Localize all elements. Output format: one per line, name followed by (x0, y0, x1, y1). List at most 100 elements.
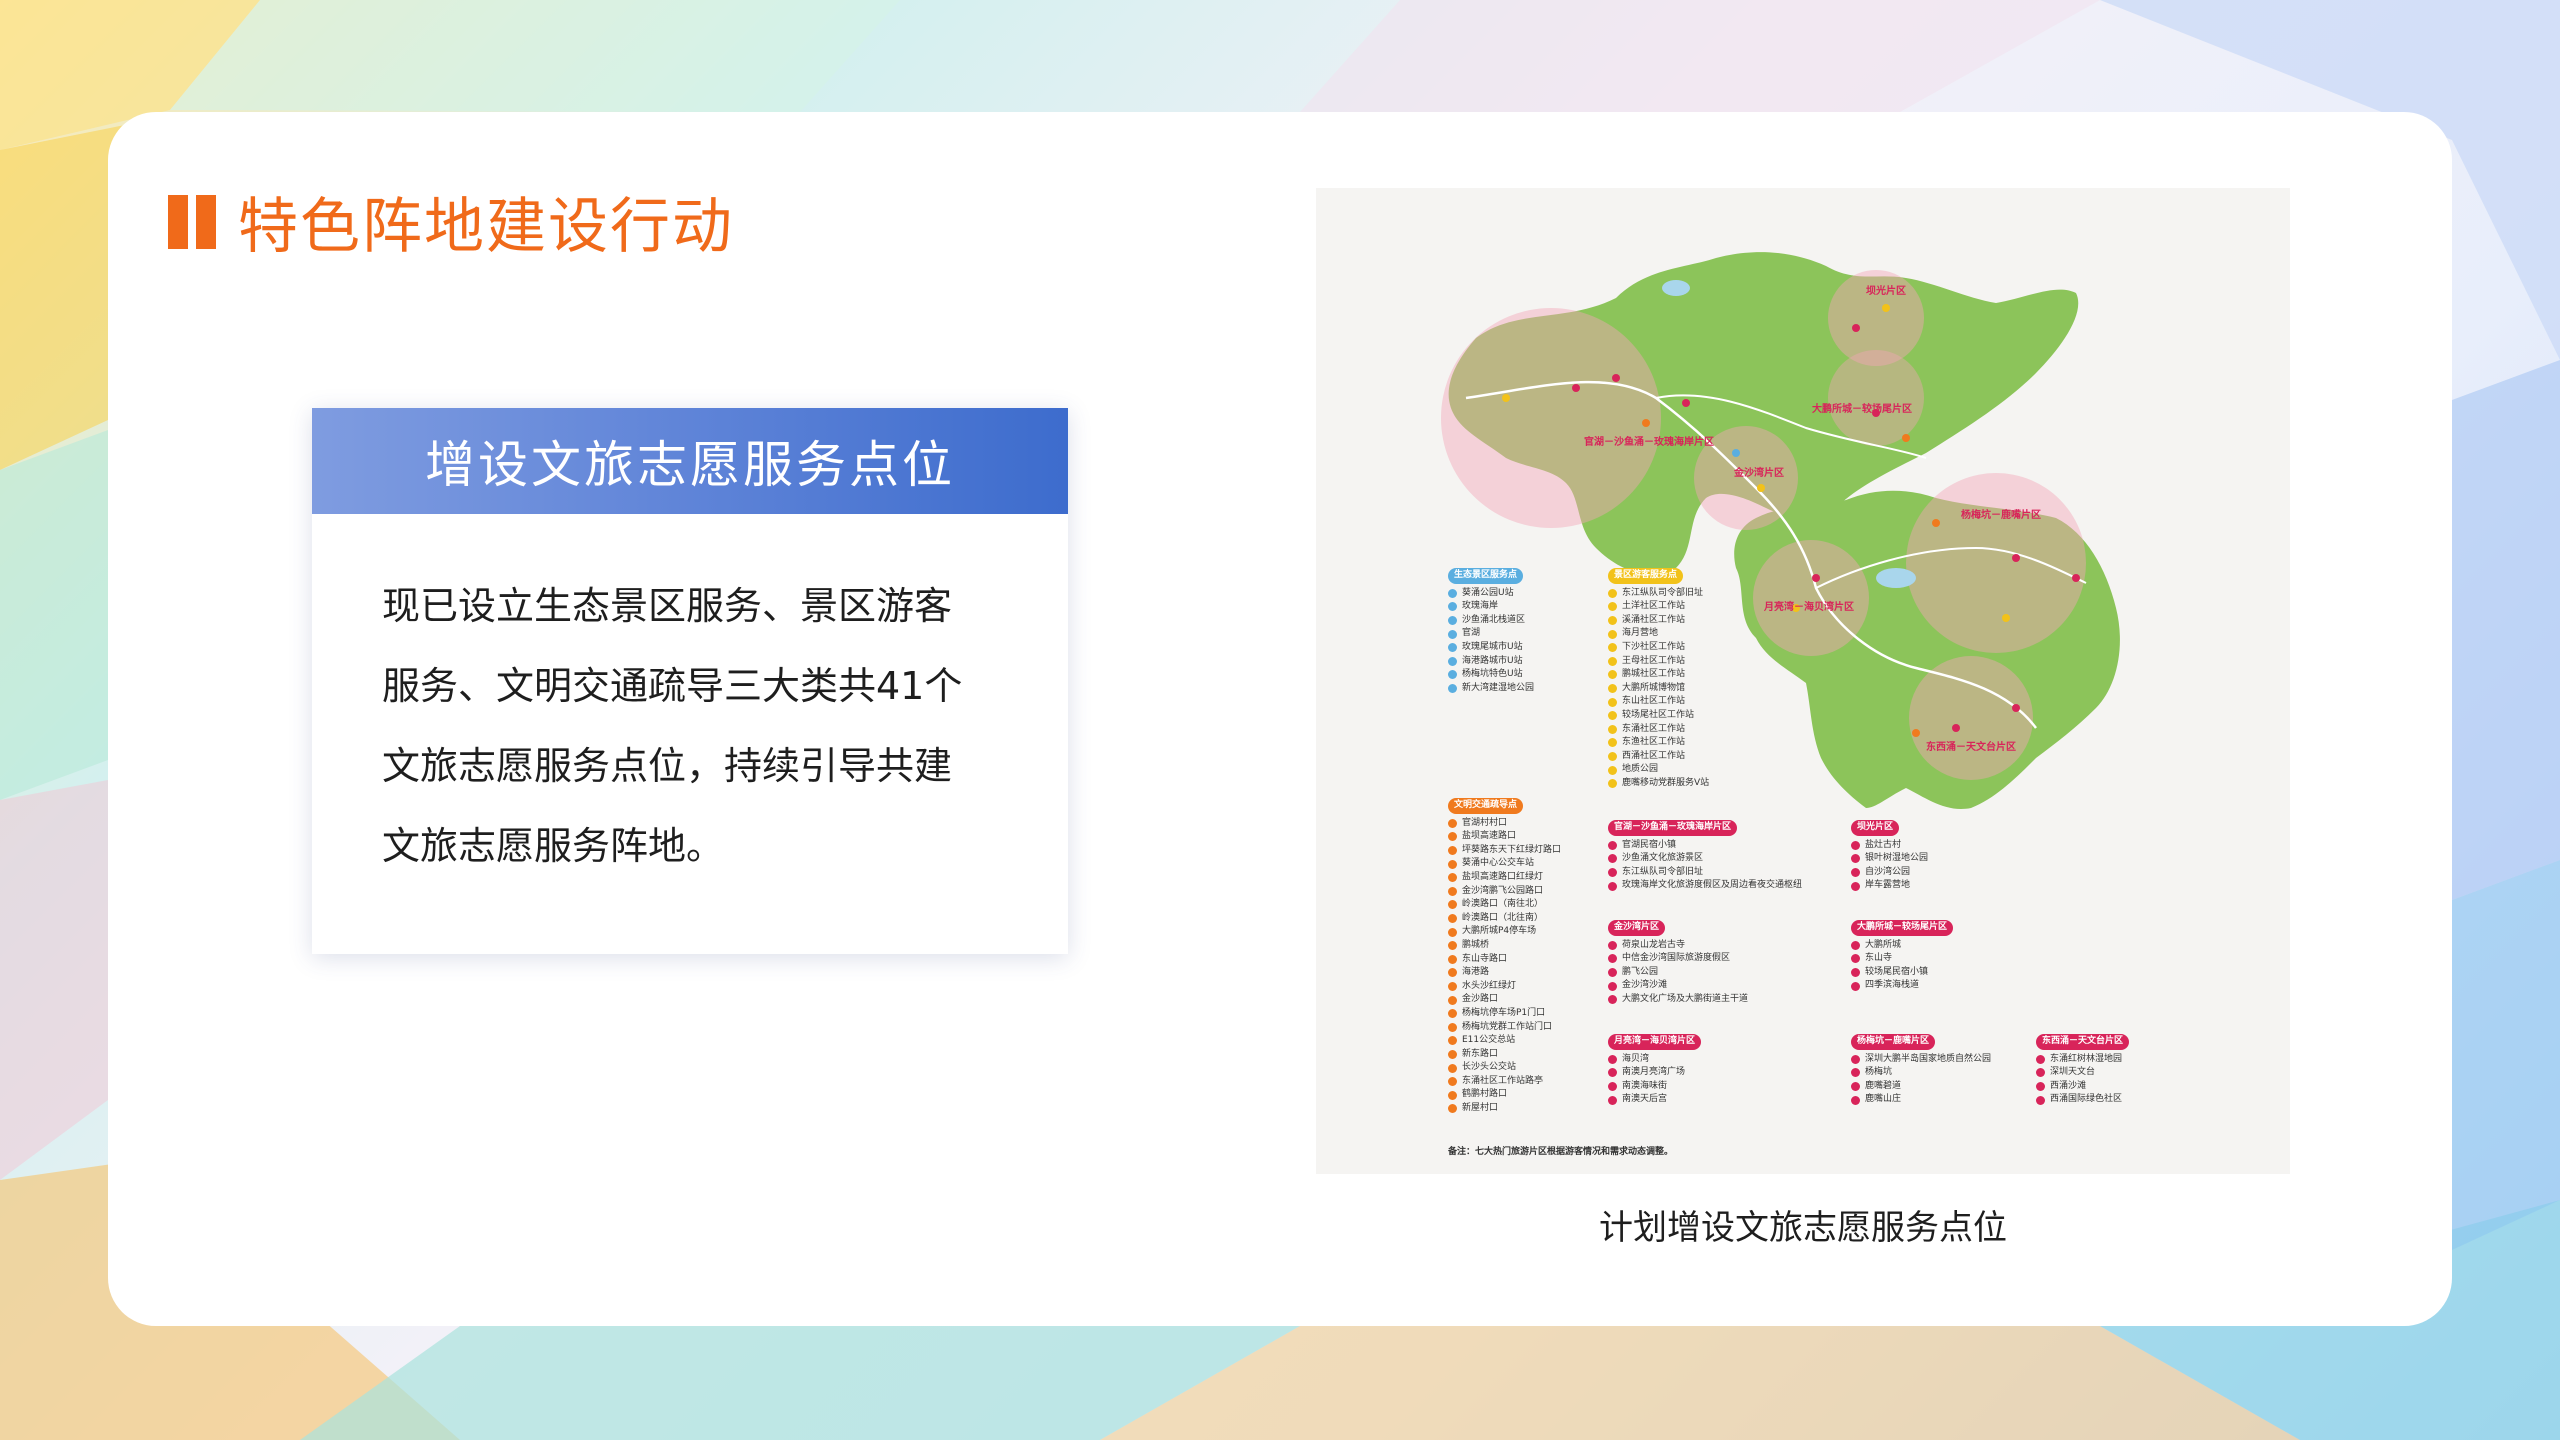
legend-dot-icon (1851, 868, 1860, 878)
legend-item-label: 西涌社区工作站 (1622, 750, 1686, 761)
legend-visitor: 景区游客服务点 东江纵队司令部旧址 土洋社区工作站 溪涌社区工作站 海月营地 下沙社区工… (1608, 568, 1709, 791)
info-panel: 增设文旅志愿服务点位 现已设立生态景区服务、景区游客 服务、文明交通疏导三大类共… (312, 408, 1068, 954)
legend-dot-icon (1448, 588, 1457, 598)
legend-item: 东山寺 (1851, 952, 1953, 966)
legend-item: 新大湾建湿地公园 (1448, 682, 1534, 696)
legend-item: 金沙湾鹏飞公园路口 (1448, 885, 1561, 899)
legend-item-label: 鹿嘴移动党群服务V站 (1622, 777, 1710, 788)
title-accent-bar (168, 194, 188, 249)
legend-item: 海港路城市U站 (1448, 655, 1534, 669)
legend-ecological: 生态景区服务点 葵涌公园U站 玫瑰海岸 沙鱼涌北栈道区 官湖 玫瑰尾城市U站 海港路城市U… (1448, 568, 1534, 695)
legend-item-label: 海贝湾 (1622, 1053, 1650, 1064)
legend-item-label: 坪葵路东天下红绿灯路口 (1462, 844, 1562, 855)
legend-dot-icon (1608, 968, 1617, 978)
legend-dot-icon (1608, 588, 1617, 598)
legend-item-label: 大鹏所城 (1865, 939, 1902, 950)
legend-dot-icon (1608, 656, 1617, 666)
legend-item: 杨梅坑停车场P1门口 (1448, 1007, 1561, 1021)
info-line: 现已设立生态景区服务、景区游客 (382, 584, 953, 628)
legend-item-label: 东江纵队司令部旧址 (1622, 587, 1704, 598)
legend-item-label: 中信金沙湾国际旅游度假区 (1622, 953, 1731, 964)
legend-item: 沙鱼涌文化旅游景区 (1608, 852, 1802, 866)
legend-dot-icon (1448, 670, 1457, 680)
legend-item: 王母社区工作站 (1608, 655, 1709, 669)
legend-item-label: 大鹏所城博物馆 (1622, 682, 1686, 693)
legend-item: 官湖村村口 (1448, 817, 1561, 831)
legend-dot-icon (1448, 1077, 1457, 1087)
legend-title: 文明交通疏导点 (1448, 798, 1524, 814)
legend-item: 土洋社区工作站 (1608, 600, 1709, 614)
legend-item: 新东路口 (1448, 1048, 1561, 1062)
legend-item: 大鹏文化广场及大鹏街道主干道 (1608, 993, 1748, 1007)
legend-item-label: 鹿嘴山庄 (1865, 1094, 1902, 1105)
area-label: 大鹏所城－较场尾片区 (1812, 404, 1912, 415)
legend-dot-icon (1851, 1054, 1860, 1064)
area-label: 杨梅坑－鹿嘴片区 (1961, 510, 2041, 521)
legend-item-label: 较场尾社区工作站 (1622, 709, 1695, 720)
legend-dot-icon (1608, 1095, 1617, 1105)
area-label: 坝光片区 (1866, 286, 1906, 297)
legend-dot-icon (1448, 859, 1457, 869)
legend-dot-icon (1608, 881, 1617, 891)
legend-title: 金沙湾片区 (1608, 920, 1666, 936)
legend-dot-icon (1851, 940, 1860, 950)
legend-item-label: 金沙湾鹏飞公园路口 (1462, 885, 1544, 896)
legend-title: 大鹏所城－较场尾片区 (1851, 920, 1954, 936)
legend-item-label: 东山寺 (1865, 953, 1893, 964)
legend-title: 月亮湾－海贝湾片区 (1608, 1034, 1702, 1050)
legend-item-label: 大鹏所城P4停车场 (1462, 926, 1537, 937)
info-line: 文旅志愿服务点位，持续引导共建 (382, 744, 953, 788)
area-circle (1909, 656, 2033, 780)
legend-dot-icon (1448, 954, 1457, 964)
legend-area-1: 官湖－沙鱼涌－玫瑰海岸片区 官湖民宿小镇 沙鱼涌文化旅游景区 东江纵队司令部旧址 玫瑰… (1608, 820, 1802, 893)
legend-item: 较场尾民宿小镇 (1851, 966, 1953, 980)
legend-item-label: 南澳月亮湾广场 (1622, 1067, 1686, 1078)
legend-item: 溪涌社区工作站 (1608, 614, 1709, 628)
legend-dot-icon (1608, 1054, 1617, 1064)
legend-dot-icon (1608, 765, 1617, 775)
info-line: 服务、文明交通疏导三大类共41个 (382, 664, 963, 708)
legend-dot-icon (1608, 954, 1617, 964)
legend-item-label: 较场尾民宿小镇 (1865, 966, 1929, 977)
legend-item-label: 玫瑰海岸文化旅游度假区及周边看夜交通枢纽 (1622, 880, 1803, 891)
legend-item-label: 东涌社区工作站 (1622, 723, 1686, 734)
legend-item-label: 官湖村村口 (1462, 817, 1508, 828)
legend-item: 海月营地 (1608, 627, 1709, 641)
legend-dot-icon (1448, 1104, 1457, 1114)
legend-item-label: 南澳海味街 (1622, 1080, 1668, 1091)
legend-item-label: E11公交总站 (1462, 1035, 1516, 1046)
legend-dot-icon (1608, 602, 1617, 612)
legend-dot-icon (1448, 927, 1457, 937)
legend-item: 水头沙红绿灯 (1448, 980, 1561, 994)
legend-item: 杨梅坑特色U站 (1448, 668, 1534, 682)
legend-item: 新屋村口 (1448, 1102, 1561, 1116)
legend-item: 西涌国际绿色社区 (2036, 1093, 2129, 1107)
legend-item: 长沙头公交站 (1448, 1061, 1561, 1075)
legend-item: 中信金沙湾国际旅游度假区 (1608, 952, 1748, 966)
legend-area-6: 杨梅坑－鹿嘴片区 深圳大鹏半岛国家地质自然公园 杨梅坑 鹿嘴碧道 鹿嘴山庄 (1851, 1034, 1991, 1107)
legend-item: 金沙湾沙滩 (1608, 979, 1748, 993)
legend-dot-icon (1608, 616, 1617, 626)
info-heading: 增设文旅志愿服务点位 (312, 408, 1068, 514)
legend-item-label: 下沙社区工作站 (1622, 641, 1686, 652)
legend-item: 沙鱼涌北栈道区 (1448, 614, 1534, 628)
legend-item: E11公交总站 (1448, 1034, 1561, 1048)
legend-dot-icon (1608, 854, 1617, 864)
legend-area-3: 金沙湾片区 荷泉山龙岩古寺 中信金沙湾国际旅游度假区 鹏飞公园 金沙湾沙滩 大鹏文化广场… (1608, 920, 1748, 1007)
legend-dot-icon (1448, 900, 1457, 910)
map-caption: 计划增设文旅志愿服务点位 (1599, 1208, 2007, 1248)
legend-item-label: 鹏城社区工作站 (1622, 669, 1686, 680)
legend-item-label: 葵涌公园U站 (1462, 587, 1514, 598)
legend-item: 鹿嘴移动党群服务V站 (1608, 777, 1709, 791)
legend-item-label: 长沙头公交站 (1462, 1062, 1517, 1073)
legend-item: 玫瑰海岸 (1448, 600, 1534, 614)
legend-item: 深圳大鹏半岛国家地质自然公园 (1851, 1053, 1991, 1067)
legend-item-label: 深圳天文台 (2050, 1067, 2096, 1078)
legend-title: 官湖－沙鱼涌－玫瑰海岸片区 (1608, 820, 1738, 836)
legend-dot-icon (1448, 914, 1457, 924)
legend-title: 杨梅坑－鹿嘴片区 (1851, 1034, 1936, 1050)
legend-item-label: 盐坝高速路口红绿灯 (1462, 871, 1544, 882)
legend-item: 鹏城桥 (1448, 939, 1561, 953)
area-label: 月亮湾－海贝湾片区 (1764, 602, 1854, 613)
legend-dot-icon (1448, 1022, 1457, 1032)
